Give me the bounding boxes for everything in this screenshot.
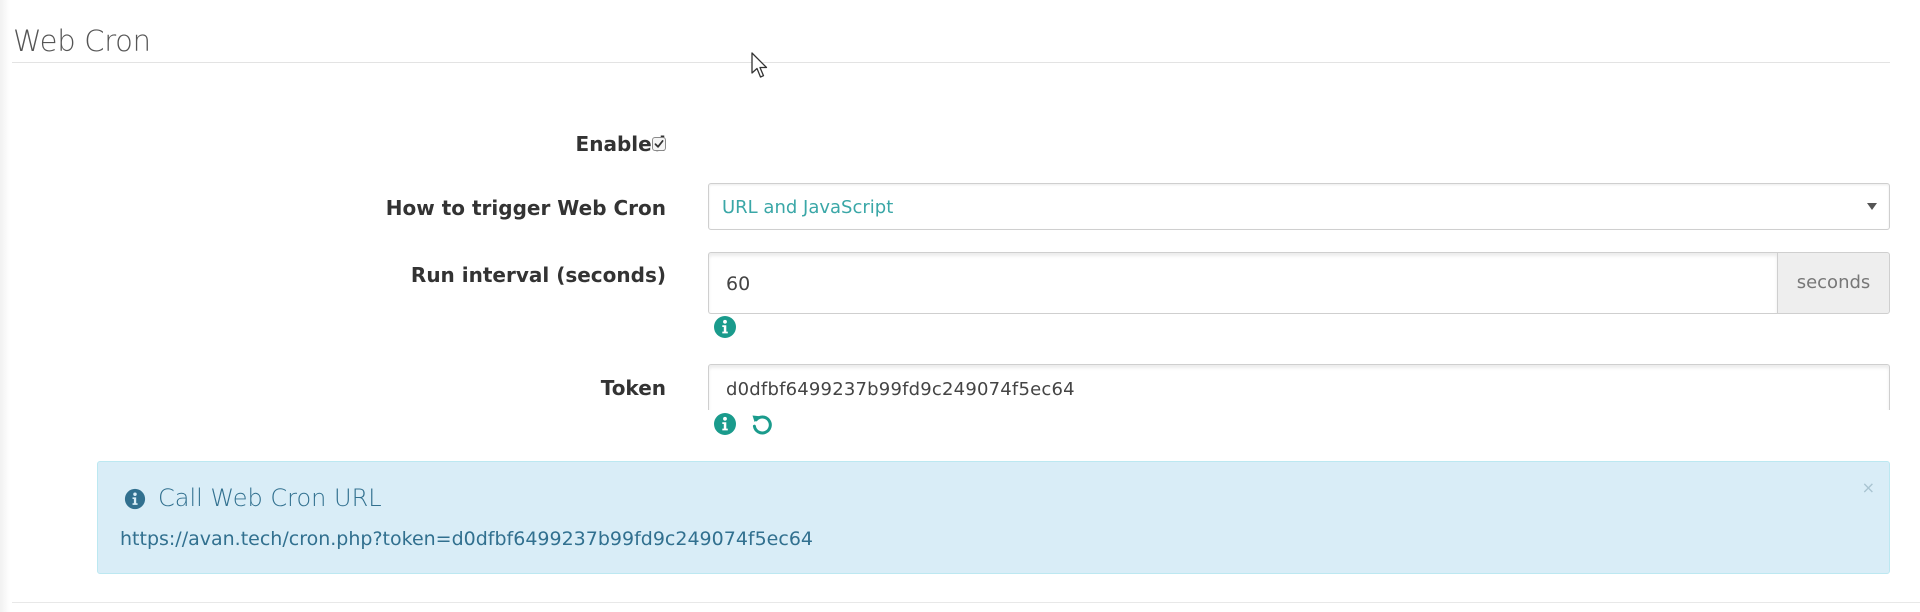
call-url-alert: Call Web Cron URL https://avan.tech/cron… bbox=[97, 461, 1890, 574]
section-divider bbox=[12, 62, 1890, 63]
bottom-divider bbox=[12, 602, 1920, 603]
token-input[interactable]: d0dfbf6499237b99fd9c249074f5ec64 bbox=[708, 364, 1890, 410]
checkmark-icon bbox=[654, 140, 664, 148]
web-cron-settings-page: Web Cron Enabled How to trigger Web Cron… bbox=[0, 0, 1920, 612]
interval-input[interactable]: 60 bbox=[708, 252, 1777, 314]
mouse-cursor-icon bbox=[751, 52, 768, 78]
info-icon bbox=[124, 488, 146, 510]
info-icon[interactable] bbox=[713, 315, 737, 339]
info-icon[interactable] bbox=[713, 412, 737, 436]
interval-unit-addon: seconds bbox=[1777, 252, 1890, 314]
interval-input-group: 60 seconds bbox=[708, 252, 1890, 314]
interval-input-value: 60 bbox=[726, 273, 751, 295]
token-label: Token bbox=[600, 376, 666, 400]
close-icon[interactable]: × bbox=[1862, 478, 1875, 497]
interval-label: Run interval (seconds) bbox=[410, 263, 666, 287]
trigger-select[interactable]: URL and JavaScript bbox=[708, 183, 1890, 230]
enabled-checkbox[interactable] bbox=[652, 137, 666, 151]
trigger-label: How to trigger Web Cron bbox=[385, 196, 666, 220]
caret-down-icon bbox=[1867, 203, 1877, 210]
left-edge-shadow bbox=[0, 0, 10, 612]
alert-title: Call Web Cron URL bbox=[158, 484, 382, 512]
token-input-value: d0dfbf6499237b99fd9c249074f5ec64 bbox=[726, 379, 1075, 400]
trigger-select-value: URL and JavaScript bbox=[722, 197, 894, 218]
section-title: Web Cron bbox=[13, 24, 151, 58]
reset-icon[interactable] bbox=[750, 412, 774, 436]
alert-url-text: https://avan.tech/cron.php?token=d0dfbf6… bbox=[120, 528, 813, 550]
